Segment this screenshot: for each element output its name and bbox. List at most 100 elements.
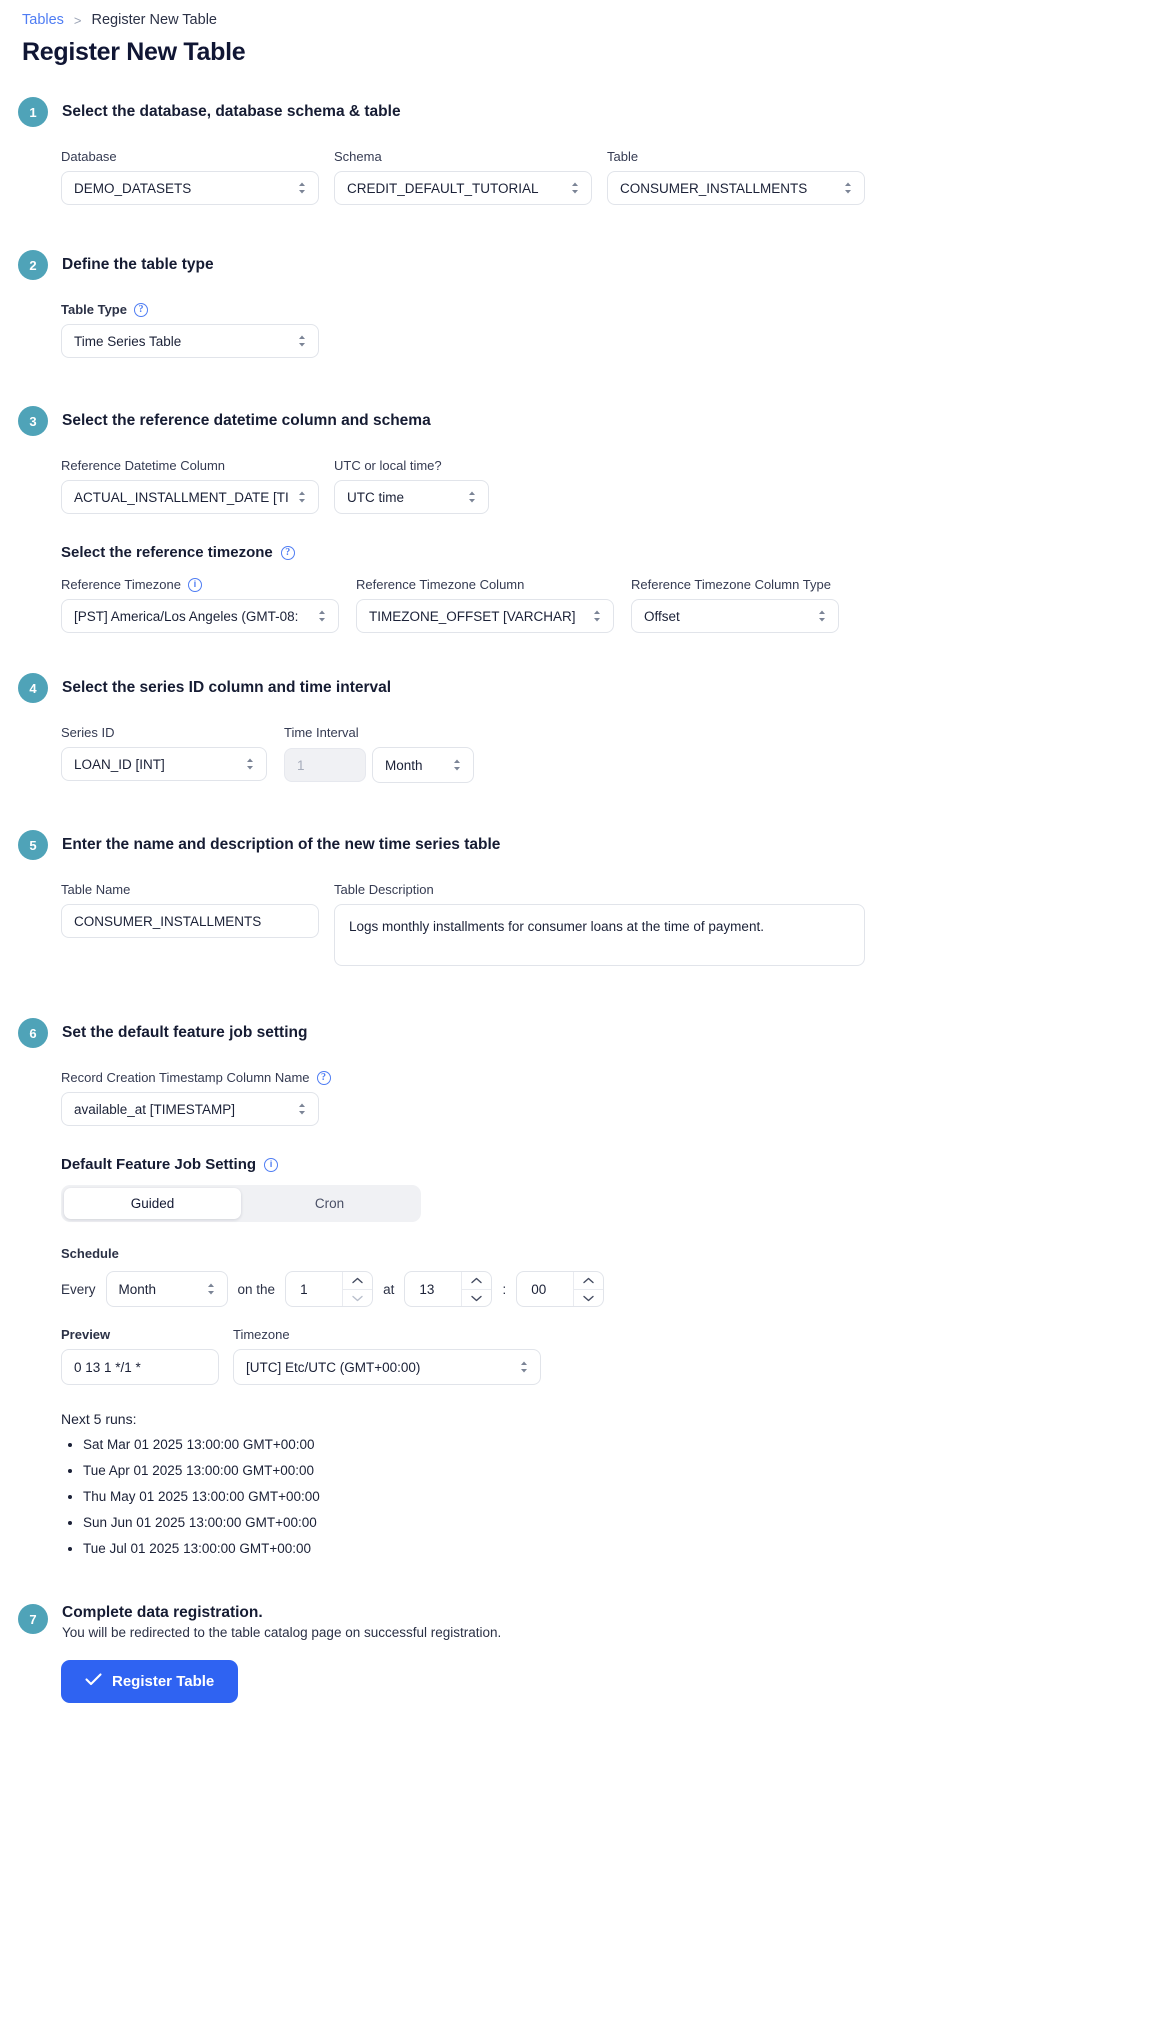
chevron-up-icon[interactable] (574, 1272, 603, 1289)
time-interval-unit-value: Month (385, 757, 423, 773)
record-creation-timestamp-label: Record Creation Timestamp Column Name ? (61, 1070, 331, 1085)
table-name-input[interactable]: CONSUMER_INSTALLMENTS (61, 904, 319, 938)
schedule-row: Every Month on the 1 at 13: 00 (61, 1271, 1158, 1307)
preview-label: Preview (61, 1327, 111, 1342)
utc-or-local-label: UTC or local time? (334, 458, 442, 473)
time-interval-unit-select[interactable]: Month (372, 747, 474, 783)
preview-input[interactable]: 0 13 1 */1 * (61, 1349, 219, 1385)
step-1-header: 1 Select the database, database schema &… (0, 97, 1158, 127)
step-3-timezone-fields: Reference Timezone i [PST] America/Los A… (61, 577, 1158, 633)
step-3-header: 3 Select the reference datetime column a… (0, 406, 1158, 436)
reference-timezone-select[interactable]: [PST] America/Los Angeles (GMT-08: (61, 599, 339, 633)
table-description-textarea[interactable]: Logs monthly installments for consumer l… (334, 904, 865, 966)
schedule-minute-stepper[interactable]: 00 (516, 1271, 605, 1307)
time-interval-value: 1 (297, 757, 305, 773)
schedule-onthe-word: on the (237, 1281, 276, 1297)
series-id-label: Series ID (61, 725, 115, 740)
schedule-mode-toggle: Guided Cron (61, 1185, 421, 1222)
step-7-text-block: Complete data registration. You will be … (62, 1604, 501, 1640)
step-5-badge: 5 (18, 830, 48, 860)
schedule-unit-select[interactable]: Month (105, 1271, 228, 1307)
table-type-field: Table Type ? Time Series Table (61, 302, 319, 358)
step-6-badge: 6 (18, 1018, 48, 1048)
list-item: Thu May 01 2025 13:00:00 GMT+00:00 (83, 1489, 1158, 1504)
table-type-label-text: Table Type (61, 302, 127, 317)
next-runs-list: Sat Mar 01 2025 13:00:00 GMT+00:00 Tue A… (61, 1437, 1158, 1556)
schedule-hour-value: 13 (419, 1281, 435, 1297)
schedule-hour-stepper[interactable]: 13 (404, 1271, 493, 1307)
toggle-cron[interactable]: Cron (241, 1188, 418, 1219)
step-6-body: Record Creation Timestamp Column Name ? … (0, 1070, 1158, 1556)
reference-datetime-column-select[interactable]: ACTUAL_INSTALLMENT_DATE [TI (61, 480, 319, 514)
table-name-label: Table Name (61, 882, 131, 897)
chevron-down-icon[interactable] (574, 1289, 604, 1306)
toggle-guided[interactable]: Guided (64, 1188, 241, 1219)
step-4-body: Series ID LOAN_ID [INT] Time Interval 1 (0, 725, 1158, 783)
reference-timezone-column-select[interactable]: TIMEZONE_OFFSET [VARCHAR] (356, 599, 614, 633)
step-7-subtitle: You will be redirected to the table cata… (62, 1625, 502, 1640)
step-2-body: Table Type ? Time Series Table (0, 302, 1158, 358)
table-type-value: Time Series Table (74, 333, 182, 349)
chevron-down-icon[interactable] (343, 1289, 373, 1306)
schedule-minute-arrows (573, 1272, 604, 1306)
breadcrumb-link-tables[interactable]: Tables (22, 12, 64, 28)
list-item: Tue Jul 01 2025 13:00:00 GMT+00:00 (83, 1541, 1158, 1556)
step-7: 7 Complete data registration. You will b… (0, 1604, 1158, 1703)
help-icon[interactable]: ? (280, 545, 295, 560)
reference-datetime-column-field: Reference Datetime Column ACTUAL_INSTALL… (61, 458, 319, 514)
chevron-up-icon[interactable] (462, 1272, 491, 1289)
record-creation-timestamp-value: available_at [TIMESTAMP] (74, 1101, 236, 1117)
chevron-updown-icon (296, 488, 308, 506)
step-2-fields: Table Type ? Time Series Table (61, 302, 1158, 358)
timezone-value: [UTC] Etc/UTC (GMT+00:00) (246, 1359, 421, 1375)
step-7-title: Complete data registration. (62, 1604, 263, 1621)
table-select[interactable]: CONSUMER_INSTALLMENTS (607, 171, 865, 205)
reference-timezone-column-value: TIMEZONE_OFFSET [VARCHAR] (369, 608, 576, 624)
step-1-title: Select the database, database schema & t… (62, 103, 401, 120)
reference-timezone-column-label: Reference Timezone Column (356, 577, 525, 592)
help-icon[interactable]: ? (133, 302, 148, 317)
step-1: 1 Select the database, database schema &… (0, 97, 1158, 205)
schedule-unit-value: Month (118, 1281, 157, 1297)
step-1-body: Database DEMO_DATASETS Schema CREDIT_DEF… (0, 149, 1158, 205)
database-field: Database DEMO_DATASETS (61, 149, 319, 205)
record-creation-timestamp-select[interactable]: available_at [TIMESTAMP] (61, 1092, 319, 1126)
step-4-header: 4 Select the series ID column and time i… (0, 673, 1158, 703)
default-feature-job-setting-text: Default Feature Job Setting (61, 1156, 257, 1173)
info-icon[interactable]: i (187, 577, 202, 592)
series-id-select[interactable]: LOAN_ID [INT] (61, 747, 267, 781)
list-item: Sun Jun 01 2025 13:00:00 GMT+00:00 (83, 1515, 1158, 1530)
step-3-body: Reference Datetime Column ACTUAL_INSTALL… (0, 458, 1158, 633)
table-description-label: Table Description (334, 882, 434, 897)
list-item: Sat Mar 01 2025 13:00:00 GMT+00:00 (83, 1437, 1158, 1452)
time-interval-input[interactable]: 1 (284, 748, 366, 782)
timezone-select[interactable]: [UTC] Etc/UTC (GMT+00:00) (233, 1349, 541, 1385)
chevron-updown-icon (205, 1280, 217, 1298)
breadcrumb: Tables > Register New Table (0, 0, 1158, 28)
utc-or-local-select[interactable]: UTC time (334, 480, 489, 514)
preview-timezone-row: Preview 0 13 1 */1 * Timezone [UTC] Etc/… (61, 1327, 1158, 1385)
reference-datetime-column-value: ACTUAL_INSTALLMENT_DATE [TI (74, 489, 289, 505)
schedule-day-stepper[interactable]: 1 (285, 1271, 374, 1307)
chevron-updown-icon (316, 607, 328, 625)
schedule-label: Schedule (61, 1246, 119, 1261)
table-type-select[interactable]: Time Series Table (61, 324, 319, 358)
reference-datetime-column-label: Reference Datetime Column (61, 458, 226, 473)
database-select[interactable]: DEMO_DATASETS (61, 171, 319, 205)
info-icon[interactable]: i (264, 1157, 279, 1172)
chevron-up-icon[interactable] (343, 1272, 372, 1289)
step-2: 2 Define the table type Table Type ? Tim… (0, 250, 1158, 358)
help-icon[interactable]: ? (316, 1070, 331, 1085)
reference-timezone-column-type-select[interactable]: Offset (631, 599, 839, 633)
step-4-fields: Series ID LOAN_ID [INT] Time Interval 1 (61, 725, 1158, 783)
reference-timezone-field: Reference Timezone i [PST] America/Los A… (61, 577, 339, 633)
schedule-colon: : (502, 1281, 507, 1297)
chevron-down-icon[interactable] (462, 1289, 492, 1306)
schedule-every-word: Every (61, 1281, 96, 1297)
check-icon (85, 1673, 102, 1690)
register-table-button[interactable]: Register Table (61, 1660, 239, 1703)
step-5-title: Enter the name and description of the ne… (62, 836, 501, 853)
timezone-field: Timezone [UTC] Etc/UTC (GMT+00:00) (233, 1327, 541, 1385)
schema-select[interactable]: CREDIT_DEFAULT_TUTORIAL (334, 171, 592, 205)
time-interval-field: Time Interval 1 Month (284, 725, 474, 783)
